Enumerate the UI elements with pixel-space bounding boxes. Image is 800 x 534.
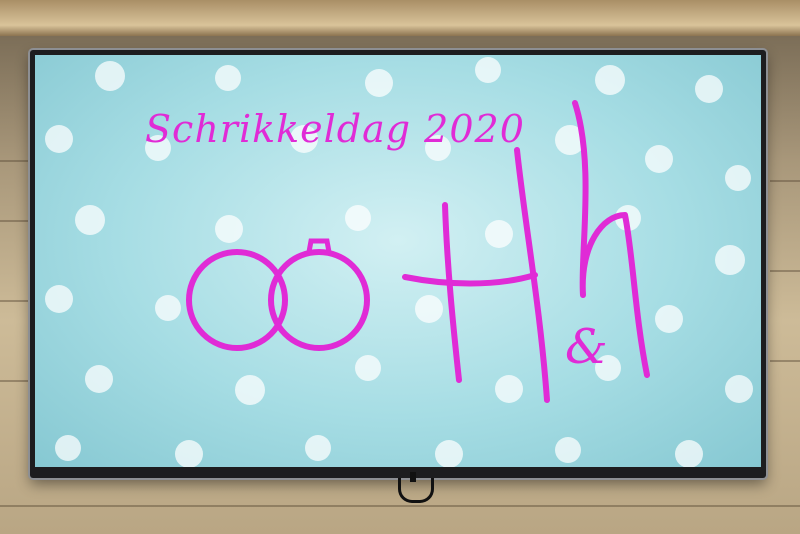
wooden-shelf [0, 0, 800, 36]
brick-line [0, 380, 30, 382]
monogram-h-crossbar [402, 272, 538, 287]
monogram-ampersand: & [565, 319, 608, 375]
ring-diamond [306, 238, 332, 255]
brick-line [0, 300, 30, 302]
television: Schrikkeldag 2020 & [30, 50, 766, 478]
brick-line [770, 270, 800, 272]
wedding-rings-icon [186, 238, 370, 351]
brick-line [0, 505, 800, 507]
brick-line [0, 160, 30, 162]
monogram-h-right-stroke [514, 147, 550, 403]
tv-screen: Schrikkeldag 2020 & [35, 55, 761, 467]
monogram-h-left-stroke [442, 202, 462, 383]
tv-cable [398, 478, 434, 503]
wedding-graphics: & [186, 100, 650, 403]
monogram [402, 100, 650, 403]
brick-line [770, 360, 800, 362]
brick-line [0, 220, 30, 222]
brick-line [770, 180, 800, 182]
